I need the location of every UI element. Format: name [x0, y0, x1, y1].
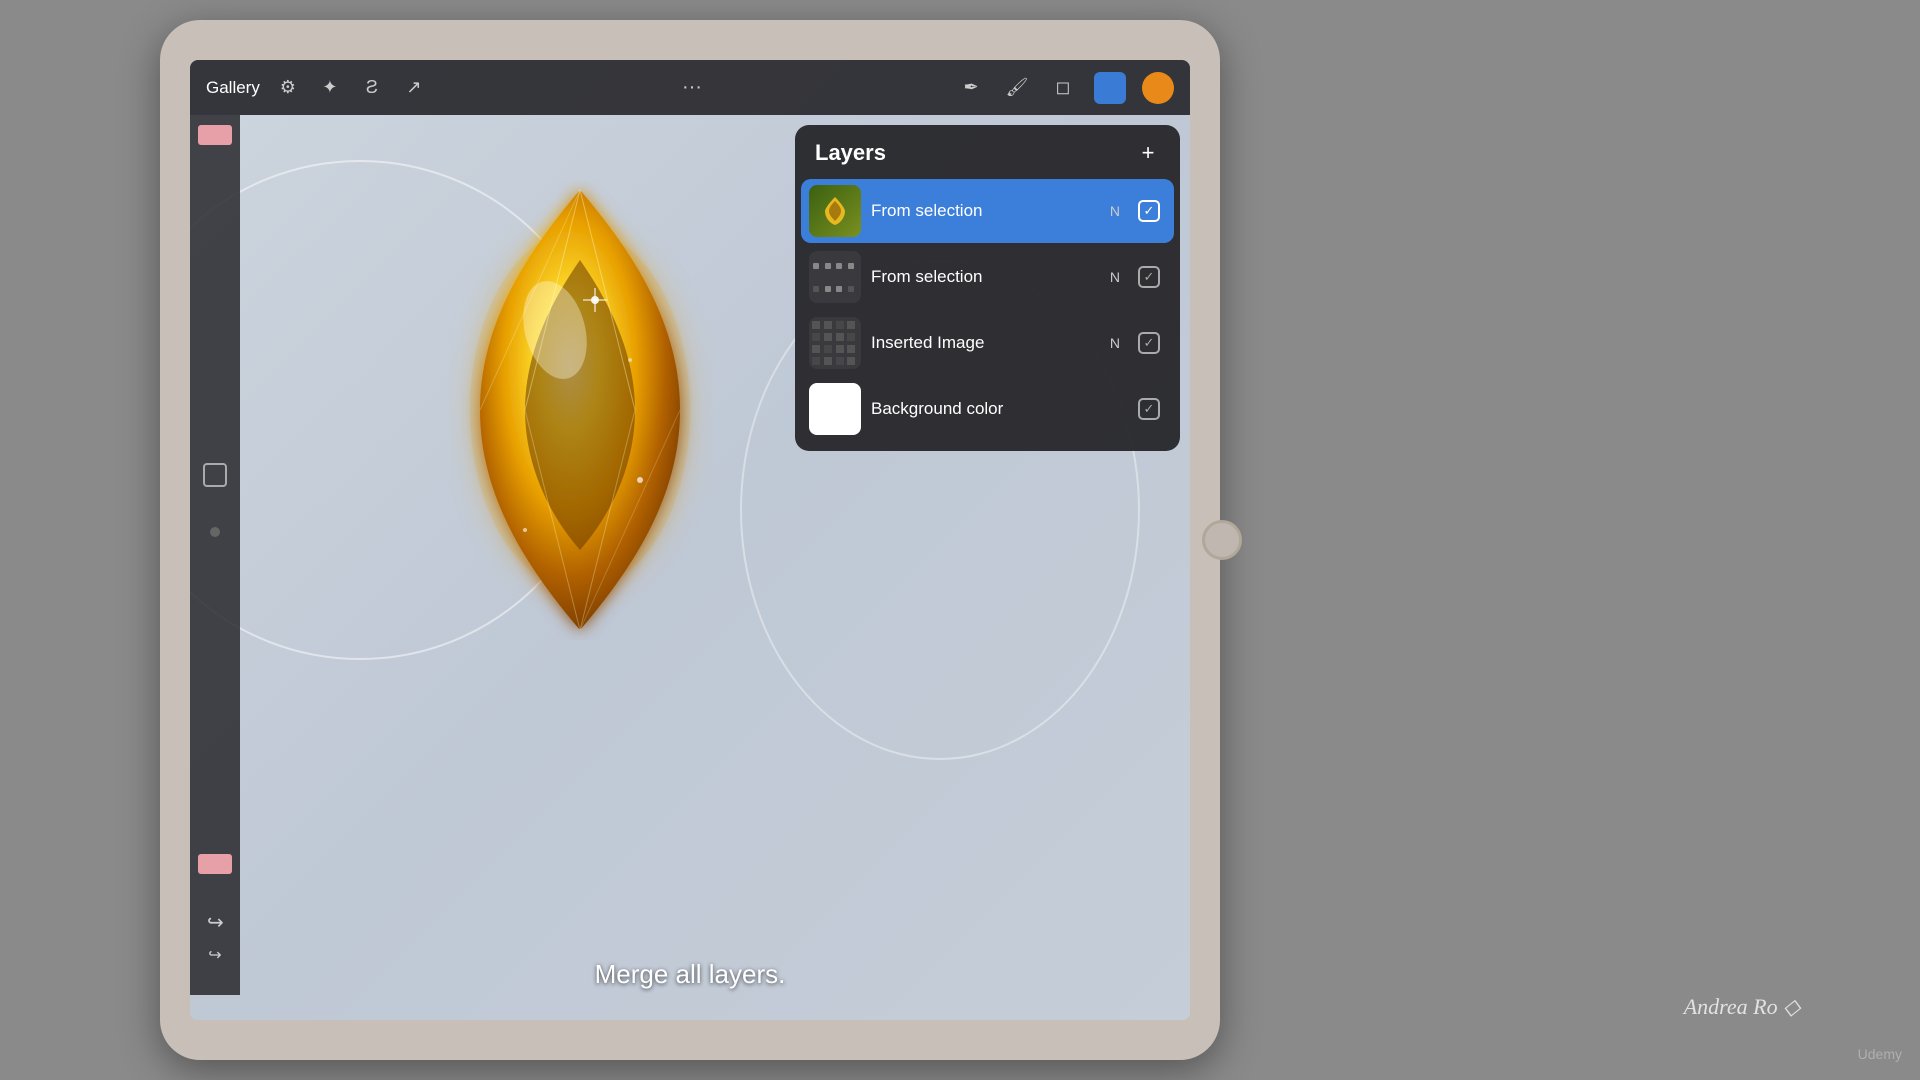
layer-thumbnail-from-selection-2 [809, 251, 861, 303]
layer-row-background-color[interactable]: Background color [801, 377, 1174, 441]
layers-title: Layers [815, 140, 886, 166]
gallery-button[interactable]: Gallery [206, 78, 260, 98]
layer-row-inserted-image[interactable]: Inserted Image N [801, 311, 1174, 375]
layer-mode-inserted-image: N [1110, 335, 1120, 351]
layers-bottom-pad [795, 443, 1180, 451]
layer-row-from-selection-active[interactable]: From selection N [801, 179, 1174, 243]
layers-button[interactable] [1094, 72, 1126, 104]
pen-icon[interactable]: ✒ [956, 73, 986, 103]
wrench-icon[interactable]: ⚙ [274, 74, 302, 102]
brush-icon[interactable]: 🖌 [1002, 73, 1032, 103]
transform-icon[interactable]: ↗ [400, 74, 428, 102]
sidebar-color-bottom[interactable] [198, 854, 232, 874]
layer-name-from-selection-2: From selection [871, 267, 1100, 287]
sidebar-dot [210, 527, 220, 537]
layer-name-background-color: Background color [871, 399, 1110, 419]
layer-checkbox-from-selection-2[interactable] [1138, 266, 1160, 288]
color-picker-button[interactable] [1142, 72, 1174, 104]
magic-wand-icon[interactable]: ✦ [316, 74, 344, 102]
undo-button[interactable]: ↩ [207, 910, 224, 935]
layer-row-from-selection-2[interactable]: From selection N [801, 245, 1174, 309]
layer-thumbnail-from-selection-active [809, 185, 861, 237]
more-options-button[interactable]: ··· [682, 76, 702, 99]
add-layer-button[interactable]: + [1134, 139, 1162, 167]
layer-name-from-selection-active: From selection [871, 201, 1100, 221]
layer-thumbnail-background-color [809, 383, 861, 435]
layer-checkbox-inserted-image[interactable] [1138, 332, 1160, 354]
toolbar-left: Gallery ⚙ ✦ Ƨ ↗ [206, 74, 428, 102]
toolbar-center: ··· [428, 76, 956, 99]
toolbar-right: ✒ 🖌 ◻ [956, 72, 1174, 104]
layer-checkbox-background-color[interactable] [1138, 398, 1160, 420]
left-sidebar: ↩ ↪ [190, 115, 240, 995]
udemy-badge: Udemy [1858, 1046, 1902, 1062]
signature: Andrea Ro ◇ [1684, 994, 1800, 1020]
eraser-icon[interactable]: ◻ [1048, 73, 1078, 103]
layer-mode-from-selection-2: N [1110, 269, 1120, 285]
layer-checkbox-from-selection-active[interactable] [1138, 200, 1160, 222]
layer-mode-from-selection-active: N [1110, 203, 1120, 219]
sidebar-color-top[interactable] [198, 125, 232, 145]
selection-icon[interactable]: Ƨ [358, 74, 386, 102]
ipad-screen: Gallery ⚙ ✦ Ƨ ↗ ··· ✒ 🖌 ◻ [190, 60, 1190, 1020]
layers-header: Layers + [795, 125, 1180, 177]
layer-name-inserted-image: Inserted Image [871, 333, 1100, 353]
tablet-frame: Gallery ⚙ ✦ Ƨ ↗ ··· ✒ 🖌 ◻ [160, 20, 1220, 1060]
home-button[interactable] [1202, 520, 1242, 560]
sidebar-selection-tool[interactable] [203, 463, 227, 487]
toolbar: Gallery ⚙ ✦ Ƨ ↗ ··· ✒ 🖌 ◻ [190, 60, 1190, 115]
layer-thumbnail-inserted-image [809, 317, 861, 369]
gem-artwork [440, 180, 720, 640]
layers-panel: Layers + From selection N [795, 125, 1180, 451]
caption-bar: Merge all layers. [190, 959, 1190, 990]
caption-text: Merge all layers. [595, 959, 786, 990]
